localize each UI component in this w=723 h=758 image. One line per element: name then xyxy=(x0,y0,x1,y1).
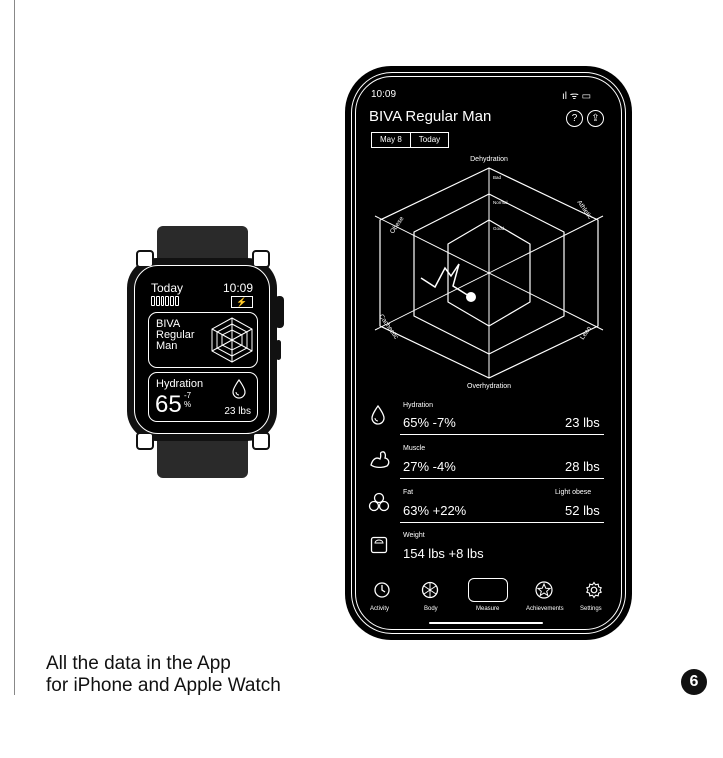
chart-label-bottom: Overhydration xyxy=(467,383,511,390)
watch-hydration-value: 65 xyxy=(155,391,182,418)
row-divider xyxy=(400,522,604,523)
bolt-icon: ⚡ xyxy=(231,296,253,308)
fat-cells-icon xyxy=(368,492,390,512)
watch-crown[interactable] xyxy=(275,296,284,328)
ring-label-bad: Bad xyxy=(493,175,502,180)
metric-value: 63% +22% xyxy=(403,503,467,518)
chart-label-bottom-right: Lean xyxy=(579,325,593,341)
share-icon[interactable]: ⇪ xyxy=(587,110,604,127)
metric-value: 65% -7% xyxy=(403,415,456,430)
tab-achievements[interactable]: Achievements xyxy=(526,606,564,612)
ring-label-good: Good xyxy=(493,226,505,231)
metric-weight: 28 lbs xyxy=(565,459,600,474)
biva-hexagon-chart: Dehydration Overhydration Bad Normal Goo… xyxy=(374,156,604,390)
watch-hydration-weight: 23 lbs xyxy=(224,406,251,417)
muscle-arm-icon xyxy=(370,451,390,469)
body-icon[interactable] xyxy=(421,581,439,604)
status-time: 10:09 xyxy=(371,89,397,100)
date-range-selector[interactable]: May 8 Today xyxy=(371,132,450,148)
date-to[interactable]: Today xyxy=(409,133,448,147)
watch-biva-card[interactable]: BIVA Regular Man xyxy=(148,312,258,368)
chart-label-top: Dehydration xyxy=(470,156,508,163)
divider-line xyxy=(14,0,15,695)
watch-lug xyxy=(136,432,154,450)
metric-value: 27% -4% xyxy=(403,459,456,474)
caption-line-1: All the data in the App xyxy=(46,653,231,674)
metric-label: Weight xyxy=(403,532,425,539)
watch-lug xyxy=(252,432,270,450)
scale-icon xyxy=(370,536,388,554)
watch-hydration-card[interactable]: Hydration 65 -7 % 23 lbs xyxy=(148,372,258,422)
metric-label: Fat xyxy=(403,489,414,496)
chart-label-top-left: Obese xyxy=(389,215,406,235)
watch-progress-bars xyxy=(151,296,179,306)
tab-body[interactable]: Body xyxy=(424,606,438,612)
settings-gear-icon[interactable] xyxy=(585,581,603,604)
tab-activity[interactable]: Activity xyxy=(370,606,389,612)
caption: All the data in the App for iPhone and A… xyxy=(46,653,281,697)
caption-line-2: for iPhone and Apple Watch xyxy=(46,675,281,696)
watch-day: Today xyxy=(151,281,184,295)
metric-label: Muscle xyxy=(403,445,426,452)
ring-label-normal: Normal xyxy=(493,200,508,205)
metric-classification: Light obese xyxy=(555,489,592,496)
metric-value: 154 lbs +8 lbs xyxy=(403,546,484,561)
water-drop-icon xyxy=(232,379,246,399)
page-number: 6 xyxy=(681,669,707,695)
tab-measure[interactable]: Measure xyxy=(476,606,499,612)
row-divider xyxy=(400,478,604,479)
water-drop-icon xyxy=(371,404,385,425)
activity-icon[interactable] xyxy=(373,581,391,604)
hexagon-chart-icon xyxy=(211,317,253,363)
tab-settings[interactable]: Settings xyxy=(580,606,602,612)
metric-weight: 23 lbs xyxy=(565,415,600,430)
row-divider xyxy=(400,434,604,435)
watch-lug xyxy=(252,250,270,268)
measure-button[interactable] xyxy=(468,578,508,602)
date-from[interactable]: May 8 xyxy=(372,133,410,147)
watch-biva-label: BIVA Regular Man xyxy=(156,318,195,352)
metric-weight: 52 lbs xyxy=(565,503,600,518)
page-title: BIVA Regular Man xyxy=(369,108,492,125)
achievements-star-icon[interactable] xyxy=(535,581,553,604)
watch-hydration-label: Hydration xyxy=(156,378,204,390)
help-icon[interactable]: ? xyxy=(566,110,583,127)
status-icons: ıl ᯤ ▭ xyxy=(562,91,592,102)
watch-screen: Today 10:09 ⚡ BIVA Regular Man Hydration… xyxy=(134,265,270,434)
watch-side-button[interactable] xyxy=(276,340,281,360)
watch-hydration-delta: -7 % xyxy=(184,391,192,409)
home-indicator xyxy=(429,622,543,624)
metric-label: Hydration xyxy=(403,402,433,409)
watch-time: 10:09 xyxy=(222,281,253,295)
